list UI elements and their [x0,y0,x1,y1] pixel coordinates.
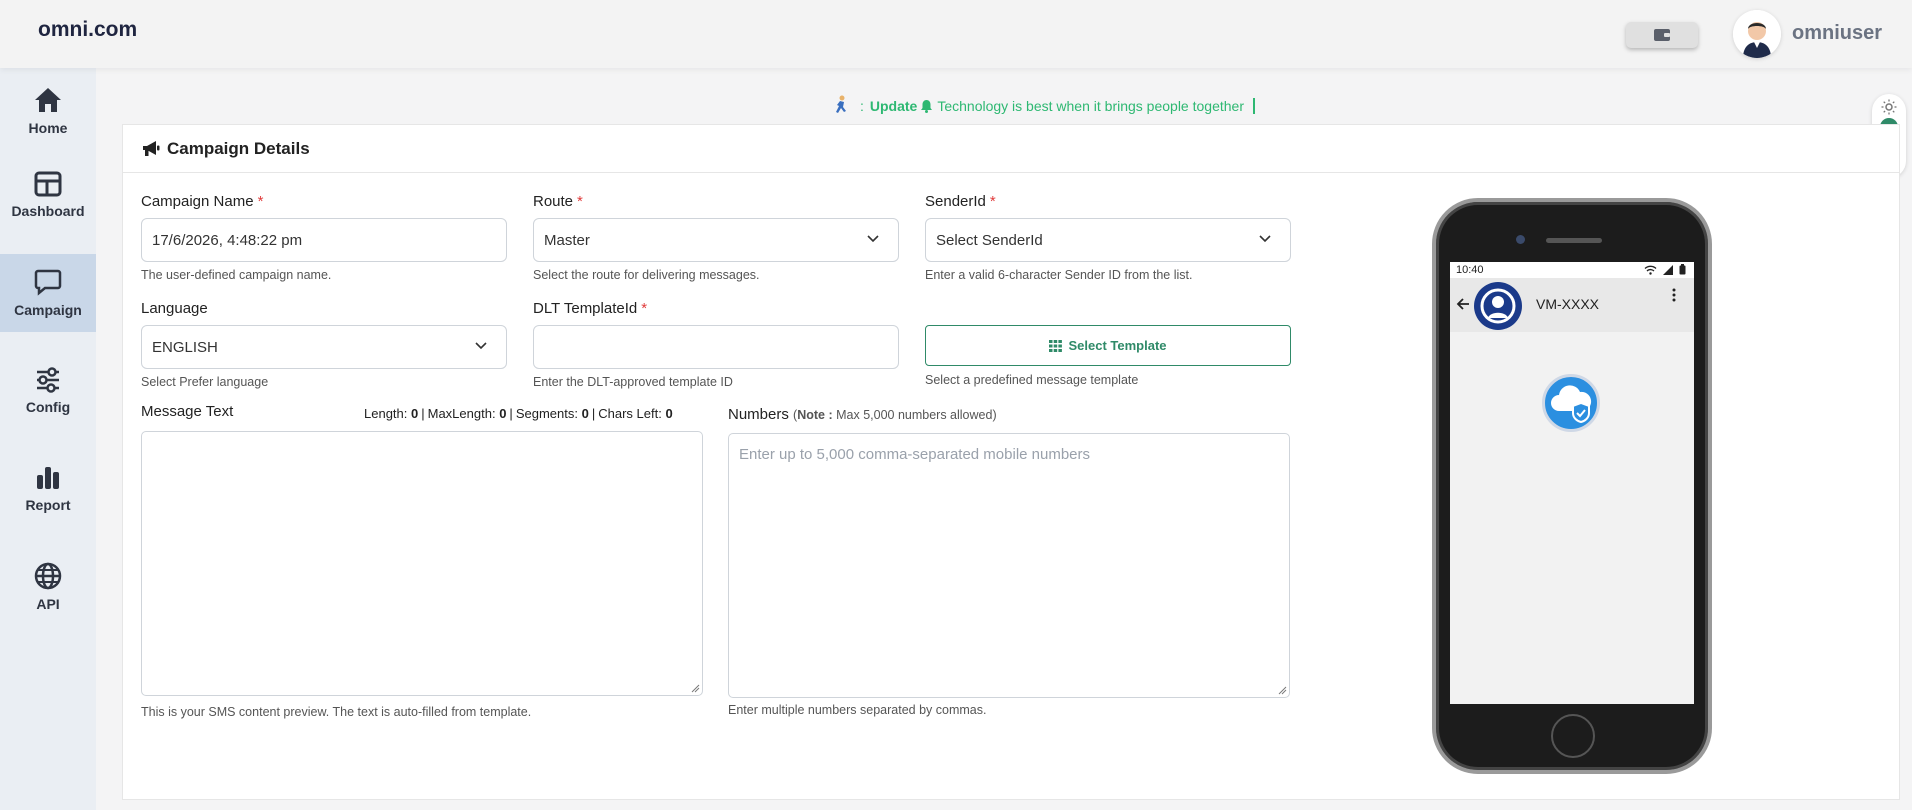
sidebar: Home Dashboard Campaign Config Report AP… [0,68,96,810]
dlt-template-label: DLT TemplateId * [533,300,648,317]
resize-grip-icon [1278,686,1287,695]
sun-icon [1881,99,1897,115]
sliders-icon [37,367,59,393]
numbers-help: Enter multiple numbers separated by comm… [728,703,987,717]
phone-camera [1516,235,1525,244]
resize-grip-icon [691,684,700,693]
chevron-down-icon [1259,235,1271,243]
cloud-shield-icon [1551,385,1592,423]
wallet-button[interactable] [1626,22,1698,48]
signal-icon [1663,264,1673,275]
language-value: ENGLISH [152,338,218,356]
select-template-label: Select Template [1068,338,1167,353]
sidebar-item-label: API [36,596,60,612]
bar-chart-icon [37,467,59,489]
megaphone-icon [143,140,160,156]
chevron-down-icon [475,342,487,350]
ticker-update-label: Update [869,98,918,114]
cloud-shield-logo [1542,374,1600,432]
more-vertical-icon[interactable] [1672,288,1676,302]
select-template-button[interactable]: Select Template [925,325,1291,366]
chat-icon [34,269,62,296]
senderid-select[interactable]: Select SenderId [925,218,1291,262]
phone-speaker [1546,238,1602,243]
select-template-help: Select a predefined message template [925,373,1139,387]
card-title: Campaign Details [167,138,310,158]
user-avatar[interactable] [1733,10,1781,58]
dashboard-icon [34,171,62,197]
sidebar-item-campaign[interactable]: Campaign [0,254,96,332]
back-arrow-icon[interactable] [1456,297,1470,311]
user-name[interactable]: omniuser [1792,22,1882,45]
person-avatar-icon [1733,10,1781,58]
sidebar-item-label: Campaign [14,302,82,318]
campaign-name-help: The user-defined campaign name. [141,268,332,282]
dlt-template-input[interactable] [533,325,899,369]
message-help: This is your SMS content preview. The te… [141,705,532,719]
grid-icon [1049,339,1063,352]
top-bar: omni.com omniuser [0,0,1912,68]
sidebar-item-dashboard[interactable]: Dashboard [0,156,96,234]
route-value: Master [544,231,590,249]
ticker-prefix: : [860,98,864,114]
numbers-label: Numbers (Note : Max 5,000 numbers allowe… [728,406,997,423]
sidebar-item-label: Report [25,497,71,513]
brand-logo[interactable]: omni.com [38,18,137,42]
campaign-name-label: Campaign Name * [141,193,264,210]
route-label: Route * [533,193,583,210]
phone-preview: 10:40 VM-XXXX [1432,198,1712,774]
sidebar-item-label: Home [28,120,68,136]
contact-name: VM-XXXX [1536,296,1600,312]
contact-avatar [1474,282,1522,330]
phone-status-bar: 10:40 [1450,262,1694,278]
bell-icon [921,100,933,113]
chat-header: VM-XXXX [1450,278,1694,332]
battery-icon [1679,264,1686,275]
senderid-label: SenderId * [925,193,996,210]
home-icon [35,88,61,112]
wifi-icon [1644,265,1657,275]
senderid-help: Enter a valid 6-character Sender ID from… [925,268,1193,282]
dlt-template-help: Enter the DLT-approved template ID [533,375,733,389]
chevron-down-icon [867,235,879,243]
sidebar-item-report[interactable]: Report [0,450,96,528]
announcement-ticker: : Update Technology is best when it brin… [830,94,1255,118]
running-person-icon [836,95,846,113]
numbers-placeholder: Enter up to 5,000 comma-separated mobile… [739,446,1091,463]
phone-home-button [1551,714,1595,758]
phone-time: 10:40 [1456,264,1484,276]
wallet-icon [1654,29,1670,41]
route-select[interactable]: Master [533,218,899,262]
phone-screen: 10:40 VM-XXXX [1450,262,1694,704]
numbers-textarea[interactable]: Enter up to 5,000 comma-separated mobile… [728,433,1290,698]
campaign-name-input[interactable]: 17/6/2026, 4:48:22 pm [141,218,507,262]
sidebar-item-label: Config [25,399,71,415]
language-select[interactable]: ENGLISH [141,325,507,369]
ticker-cursor [1252,98,1255,114]
card-header: Campaign Details [123,125,1899,173]
ticker-message: Technology is best when it brings people… [937,98,1244,114]
message-stats: Length: 0 | MaxLength: 0 | Segments: 0 | Chars… [364,406,673,421]
sidebar-item-label: Dashboard [11,203,85,219]
user-circle-icon [1480,288,1516,324]
language-label: Language [141,300,208,317]
route-help: Select the route for delivering messages… [533,268,760,282]
sidebar-item-home[interactable]: Home [0,72,96,150]
globe-icon [34,562,62,590]
message-text-label: Message Text [141,403,234,420]
message-textarea[interactable] [141,431,703,696]
sidebar-item-api[interactable]: API [0,548,96,626]
sidebar-item-config[interactable]: Config [0,352,96,430]
senderid-value: Select SenderId [936,231,1043,249]
language-help: Select Prefer language [141,375,269,389]
